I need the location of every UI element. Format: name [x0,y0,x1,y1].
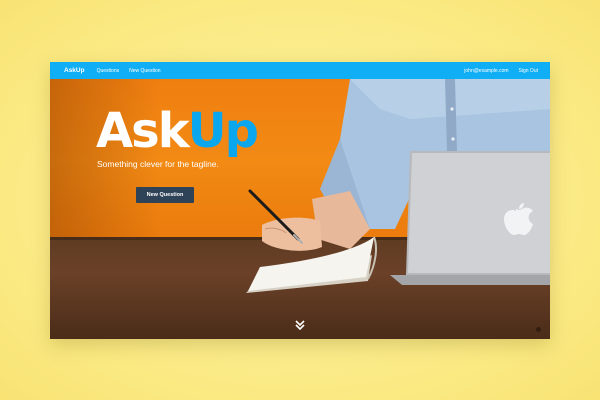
user-email-link[interactable]: john@example.com [464,68,508,74]
brand-logo[interactable]: AskUp [64,67,85,74]
nav-link-questions[interactable]: Questions [97,68,120,74]
browser-window: AskUp Questions New Question john@exampl… [50,62,550,339]
laptop [390,151,550,285]
hero-title: AskUp [96,107,259,155]
hero-tagline: Something clever for the tagline. [97,159,219,169]
new-question-button[interactable]: New Question [136,187,194,203]
hero-section: AskUp Something clever for the tagline. … [50,79,550,339]
nav-link-new-question[interactable]: New Question [129,68,160,74]
nav-user-area: john@example.com Sign Out [454,68,538,74]
sign-out-link[interactable]: Sign Out [519,68,538,74]
top-navbar: AskUp Questions New Question john@exampl… [50,62,550,79]
chevron-double-down-icon[interactable] [294,319,306,331]
hero-title-ask: Ask [96,103,190,159]
hero-title-up: Up [187,103,259,159]
corner-indicator [536,327,541,332]
